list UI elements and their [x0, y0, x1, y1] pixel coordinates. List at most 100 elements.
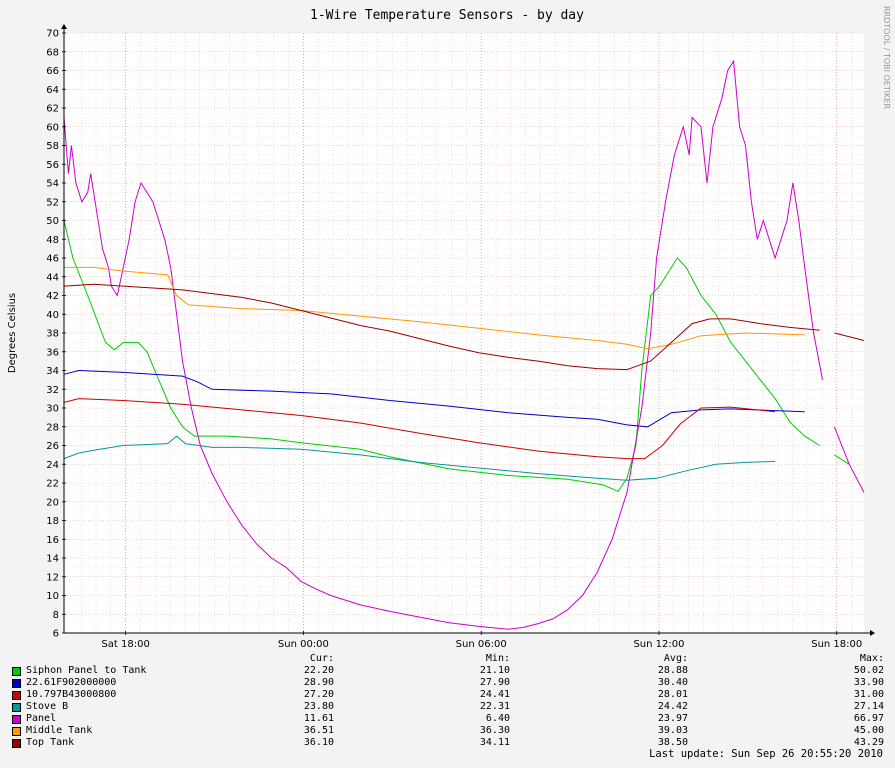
- y-tick-labels: 6810121416182022242628303234363840424446…: [46, 29, 66, 640]
- y-tick-label: 68: [46, 47, 59, 58]
- x-tick-label: Sun 18:00: [811, 639, 862, 650]
- legend-min-value: 6.40: [485, 713, 510, 724]
- legend-swatch: [12, 679, 21, 688]
- legend-avg-value: 24.42: [657, 701, 688, 712]
- y-tick-label: 6: [53, 629, 59, 640]
- legend-max-value: 31.00: [853, 689, 884, 700]
- y-tick-label: 34: [46, 366, 59, 377]
- legend-rows: Siphon Panel to Tank 22.20 21.10 28.88 50.02…: [12, 665, 884, 749]
- legend-max-value: 45.00: [853, 725, 884, 736]
- y-tick-label: 24: [46, 460, 59, 471]
- legend-swatch: [12, 691, 21, 700]
- legend-avg-value: 28.01: [657, 689, 688, 700]
- y-tick-label: 70: [46, 29, 59, 40]
- y-tick-label: 50: [46, 216, 59, 227]
- x-tick-labels: Sat 18:00 Sun 00:00 Sun 06:00 Sun 12:00 Sun …: [101, 631, 862, 650]
- legend-max-value: 66.97: [853, 713, 884, 724]
- legend-avg-value: 39.03: [657, 725, 688, 736]
- legend-swatch: [12, 727, 21, 736]
- y-tick-label: 20: [46, 497, 59, 508]
- legend-row: Stove B 23.80 22.31 24.42 27.14: [12, 701, 884, 713]
- y-tick-label: 8: [53, 610, 59, 621]
- legend-avg-value: 23.97: [657, 713, 688, 724]
- x-tick-label: Sun 06:00: [456, 639, 507, 650]
- y-axis-label: Degrees Celsius: [7, 293, 18, 373]
- legend-max-value: 27.14: [853, 701, 884, 712]
- y-tick-label: 66: [46, 66, 59, 77]
- legend-row: Middle Tank 36.51 36.30 39.03 45.00: [12, 725, 884, 737]
- y-tick-label: 52: [46, 197, 59, 208]
- x-tick-label: Sat 18:00: [101, 639, 149, 650]
- legend-row: 10.797B43000800 27.20 24.41 28.01 31.00: [12, 689, 884, 701]
- y-tick-label: 54: [46, 179, 59, 190]
- x-axis-arrow: [870, 630, 875, 636]
- y-tick-label: 64: [46, 85, 59, 96]
- y-tick-label: 60: [46, 122, 59, 133]
- legend-cur-value: 11.61: [303, 713, 334, 724]
- y-axis-arrow: [61, 24, 67, 29]
- header-avg: Avg:: [663, 653, 688, 664]
- y-tick-label: 44: [46, 272, 59, 283]
- legend-min-value: 21.10: [479, 665, 510, 676]
- legend-series-name: Middle Tank: [26, 725, 93, 736]
- y-tick-label: 58: [46, 141, 59, 152]
- legend-header: Cur: Min: Avg: Max:: [12, 652, 884, 665]
- legend-avg-value: 28.88: [657, 665, 688, 676]
- y-tick-label: 14: [46, 554, 59, 565]
- y-tick-label: 12: [46, 572, 59, 583]
- legend-swatch: [12, 715, 21, 724]
- legend-row: 22.61F902000000 28.90 27.90 30.40 33.90: [12, 677, 884, 689]
- legend-cur-value: 22.20: [303, 665, 334, 676]
- y-tick-label: 30: [46, 404, 59, 415]
- legend-cur-value: 28.90: [303, 677, 334, 688]
- y-tick-label: 46: [46, 254, 59, 265]
- legend-row: Panel 11.61 6.40 23.97 66.97: [12, 713, 884, 725]
- legend-cur-value: 36.51: [303, 725, 334, 736]
- temperature-chart: 1-Wire Temperature Sensors - by day Degr…: [7, 6, 891, 650]
- legend-max-value: 33.90: [853, 677, 884, 688]
- legend-series-name: Siphon Panel to Tank: [26, 665, 147, 676]
- y-tick-label: 48: [46, 235, 59, 246]
- legend-max-value: 50.02: [853, 665, 884, 676]
- y-tick-label: 56: [46, 160, 59, 171]
- legend-swatch: [12, 739, 21, 748]
- legend-series-name: 22.61F902000000: [26, 677, 117, 688]
- legend-min-value: 34.11: [479, 737, 510, 748]
- x-tick-label: Sun 12:00: [633, 639, 684, 650]
- legend-cur-value: 27.20: [303, 689, 334, 700]
- legend-series-name: 10.797B43000800: [26, 689, 117, 700]
- x-tick-label: Sun 00:00: [278, 639, 329, 650]
- last-update: Last update: Sun Sep 26 20:55:20 2010: [649, 748, 883, 760]
- y-tick-label: 40: [46, 310, 59, 321]
- header-max: Max:: [859, 653, 884, 664]
- legend-series-name: Stove B: [26, 701, 69, 712]
- y-tick-label: 16: [46, 535, 59, 546]
- chart-title: 1-Wire Temperature Sensors - by day: [310, 8, 584, 23]
- y-tick-label: 42: [46, 291, 59, 302]
- header-min: Min:: [485, 653, 510, 664]
- y-tick-label: 36: [46, 347, 59, 358]
- y-tick-label: 18: [46, 516, 59, 527]
- y-tick-label: 22: [46, 479, 59, 490]
- legend-row: Siphon Panel to Tank 22.20 21.10 28.88 50.02: [12, 665, 884, 677]
- legend-swatch: [12, 703, 21, 712]
- legend-min-value: 36.30: [479, 725, 510, 736]
- legend-min-value: 24.41: [479, 689, 510, 700]
- legend-cur-value: 23.80: [303, 701, 334, 712]
- y-tick-label: 26: [46, 441, 59, 452]
- legend-avg-value: 30.40: [657, 677, 688, 688]
- legend: Cur: Min: Avg: Max: Siphon Panel to Tank…: [12, 652, 884, 749]
- legend-min-value: 27.90: [479, 677, 510, 688]
- y-tick-label: 62: [46, 104, 59, 115]
- legend-series-name: Top Tank: [26, 737, 75, 748]
- y-tick-label: 28: [46, 422, 59, 433]
- legend-min-value: 22.31: [479, 701, 510, 712]
- watermark: RRDTOOL / TOBI OETIKER: [882, 6, 891, 109]
- y-tick-label: 10: [46, 591, 59, 602]
- legend-cur-value: 36.10: [303, 737, 334, 748]
- y-tick-label: 38: [46, 329, 59, 340]
- y-tick-label: 32: [46, 385, 59, 396]
- header-cur: Cur:: [309, 653, 334, 664]
- legend-swatch: [12, 667, 21, 676]
- legend-series-name: Panel: [26, 713, 57, 724]
